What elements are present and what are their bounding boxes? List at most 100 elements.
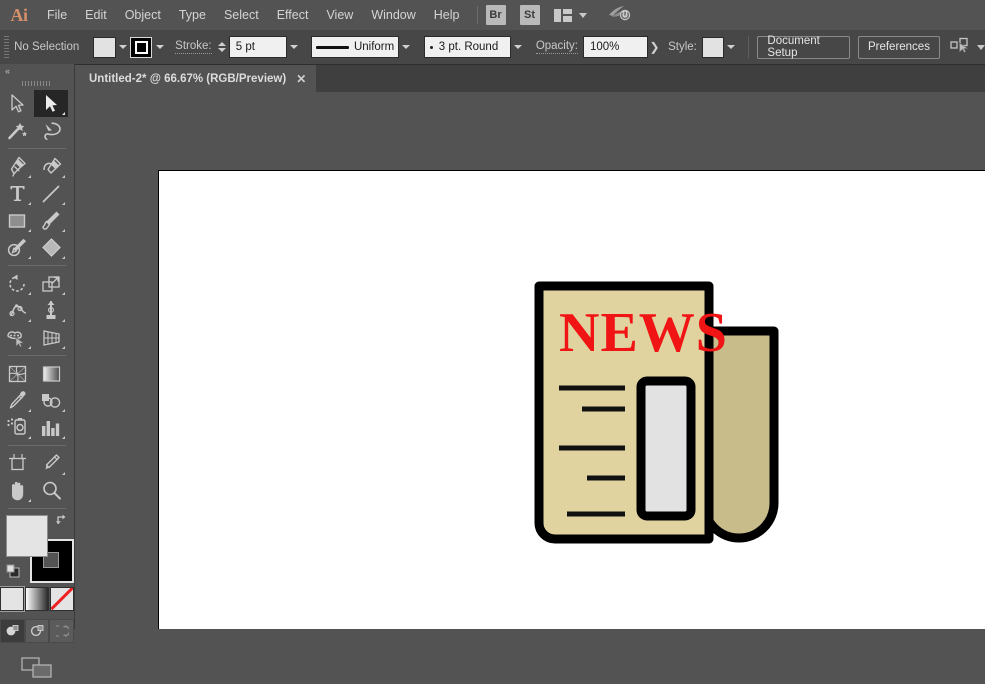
opacity-options-arrow-icon[interactable]: ❯	[648, 37, 662, 57]
draw-inside-button[interactable]	[49, 619, 74, 643]
canvas-area[interactable]: NEWS	[75, 92, 985, 629]
type-tool[interactable]	[0, 180, 34, 207]
slice-tool[interactable]	[34, 450, 68, 477]
opacity-label[interactable]: Opacity:	[536, 40, 578, 54]
menu-effect[interactable]: Effect	[268, 0, 318, 30]
bridge-icon[interactable]: Br	[486, 5, 506, 25]
workspace-grid-icon	[554, 9, 572, 22]
stroke-weight-dropdown[interactable]	[287, 37, 301, 58]
adobe-stock-icon[interactable]: St	[520, 5, 540, 25]
stroke-profile-dropdown[interactable]	[399, 37, 413, 58]
paint-mode-row	[0, 587, 74, 611]
menu-view[interactable]: View	[317, 0, 362, 30]
eyedropper-tool[interactable]	[0, 387, 34, 414]
stroke-swatch-dropdown[interactable]	[152, 37, 166, 58]
column-graph-tool[interactable]	[34, 414, 68, 441]
line-segment-tool[interactable]	[34, 180, 68, 207]
brush-definition-label: 3 pt. Round	[439, 41, 498, 53]
document-tab-bar: Untitled-2* @ 66.67% (RGB/Preview) ✕	[75, 65, 985, 93]
menu-window[interactable]: Window	[362, 0, 424, 30]
collapse-panel-button[interactable]: «	[0, 64, 74, 78]
menu-type[interactable]: Type	[170, 0, 215, 30]
control-bar-grip[interactable]	[4, 36, 9, 58]
tab-untitled-2[interactable]: Untitled-2* @ 66.67% (RGB/Preview) ✕	[75, 65, 316, 92]
stroke-profile-select[interactable]: Uniform	[311, 36, 399, 58]
menu-object[interactable]: Object	[116, 0, 170, 30]
eraser-tool[interactable]	[34, 234, 68, 261]
mesh-tool[interactable]	[0, 360, 34, 387]
fill-swatch-dropdown[interactable]	[116, 37, 130, 58]
draw-mode-row	[0, 619, 74, 643]
chevron-down-icon	[119, 45, 127, 49]
brush-definition-select[interactable]: 3 pt. Round	[424, 36, 512, 58]
graphic-style-dropdown[interactable]	[724, 37, 738, 58]
screen-mode-row	[0, 657, 74, 684]
cloud-sync-icon[interactable]	[607, 4, 631, 27]
preferences-button[interactable]: Preferences	[858, 36, 940, 59]
lasso-tool[interactable]	[34, 117, 68, 144]
brush-definition-dropdown[interactable]	[511, 37, 525, 58]
paintbrush-tool[interactable]	[34, 207, 68, 234]
menu-file[interactable]: File	[38, 0, 76, 30]
direct-selection-tool[interactable]	[34, 90, 68, 117]
stroke-swatch-inner	[135, 41, 148, 54]
stroke-weight-input[interactable]: 5 pt	[229, 36, 287, 58]
control-bar-divider	[748, 36, 749, 58]
fill-color-swatch[interactable]	[93, 37, 115, 58]
stroke-weight-stepper[interactable]	[217, 37, 227, 57]
shape-builder-tool[interactable]	[0, 324, 34, 351]
document-setup-button[interactable]: Document Setup	[757, 36, 850, 59]
newspaper-illustration[interactable]: NEWS	[529, 271, 799, 561]
draw-behind-button[interactable]	[25, 619, 50, 643]
menu-help[interactable]: Help	[425, 0, 469, 30]
control-bar: No Selection Stroke: 5 pt Uniform 3 pt. …	[0, 30, 985, 65]
color-fill-button[interactable]	[0, 587, 24, 611]
menu-bar: Ai File Edit Object Type Select Effect V…	[0, 0, 985, 30]
tools-divider	[8, 265, 66, 266]
tools-divider	[8, 355, 66, 356]
perspective-grid-tool[interactable]	[34, 324, 68, 351]
blend-tool[interactable]	[34, 387, 68, 414]
tools-divider	[8, 148, 66, 149]
select-similar-dropdown-chevron-icon[interactable]	[977, 45, 985, 50]
close-icon[interactable]: ✕	[296, 72, 306, 86]
tools-panel: «	[0, 64, 75, 629]
menu-edit[interactable]: Edit	[76, 0, 116, 30]
default-fill-stroke-icon[interactable]	[6, 564, 21, 579]
selection-status-label: No Selection	[14, 41, 79, 53]
magic-wand-tool[interactable]	[0, 117, 34, 144]
artboard[interactable]: NEWS	[158, 170, 985, 629]
artboard-tool[interactable]	[0, 450, 34, 477]
graphic-style-swatch[interactable]	[702, 37, 724, 58]
draw-normal-button[interactable]	[0, 619, 25, 643]
select-similar-objects-icon[interactable]	[950, 37, 970, 58]
curvature-tool[interactable]	[34, 153, 68, 180]
opacity-input[interactable]: 100%	[583, 36, 648, 58]
hand-tool[interactable]	[0, 477, 34, 504]
shaper-tool[interactable]	[0, 234, 34, 261]
free-transform-tool[interactable]	[34, 297, 68, 324]
workspace-switcher[interactable]	[554, 9, 587, 22]
swap-fill-stroke-icon[interactable]	[56, 513, 70, 527]
gradient-tool[interactable]	[34, 360, 68, 387]
fill-color-box[interactable]	[6, 515, 48, 557]
newspaper-artwork[interactable]: NEWS	[529, 271, 799, 556]
stroke-color-swatch[interactable]	[130, 37, 152, 58]
width-tool[interactable]	[0, 297, 34, 324]
change-screen-mode-button[interactable]	[21, 657, 53, 684]
rotate-tool[interactable]	[0, 270, 34, 297]
stroke-weight-label[interactable]: Stroke:	[175, 40, 211, 54]
symbol-sprayer-tool[interactable]	[0, 414, 34, 441]
selection-tool[interactable]	[0, 90, 34, 117]
chevron-down-icon	[156, 45, 164, 49]
rectangle-tool[interactable]	[0, 207, 34, 234]
menu-select[interactable]: Select	[215, 0, 268, 30]
zoom-tool[interactable]	[34, 477, 68, 504]
gradient-fill-button[interactable]	[25, 587, 49, 611]
tools-panel-grip[interactable]	[22, 81, 52, 86]
fill-stroke-controls	[6, 515, 68, 573]
none-fill-button[interactable]	[50, 587, 74, 611]
scale-tool[interactable]	[34, 270, 68, 297]
pen-tool[interactable]	[0, 153, 34, 180]
chevron-down-icon	[402, 45, 410, 49]
